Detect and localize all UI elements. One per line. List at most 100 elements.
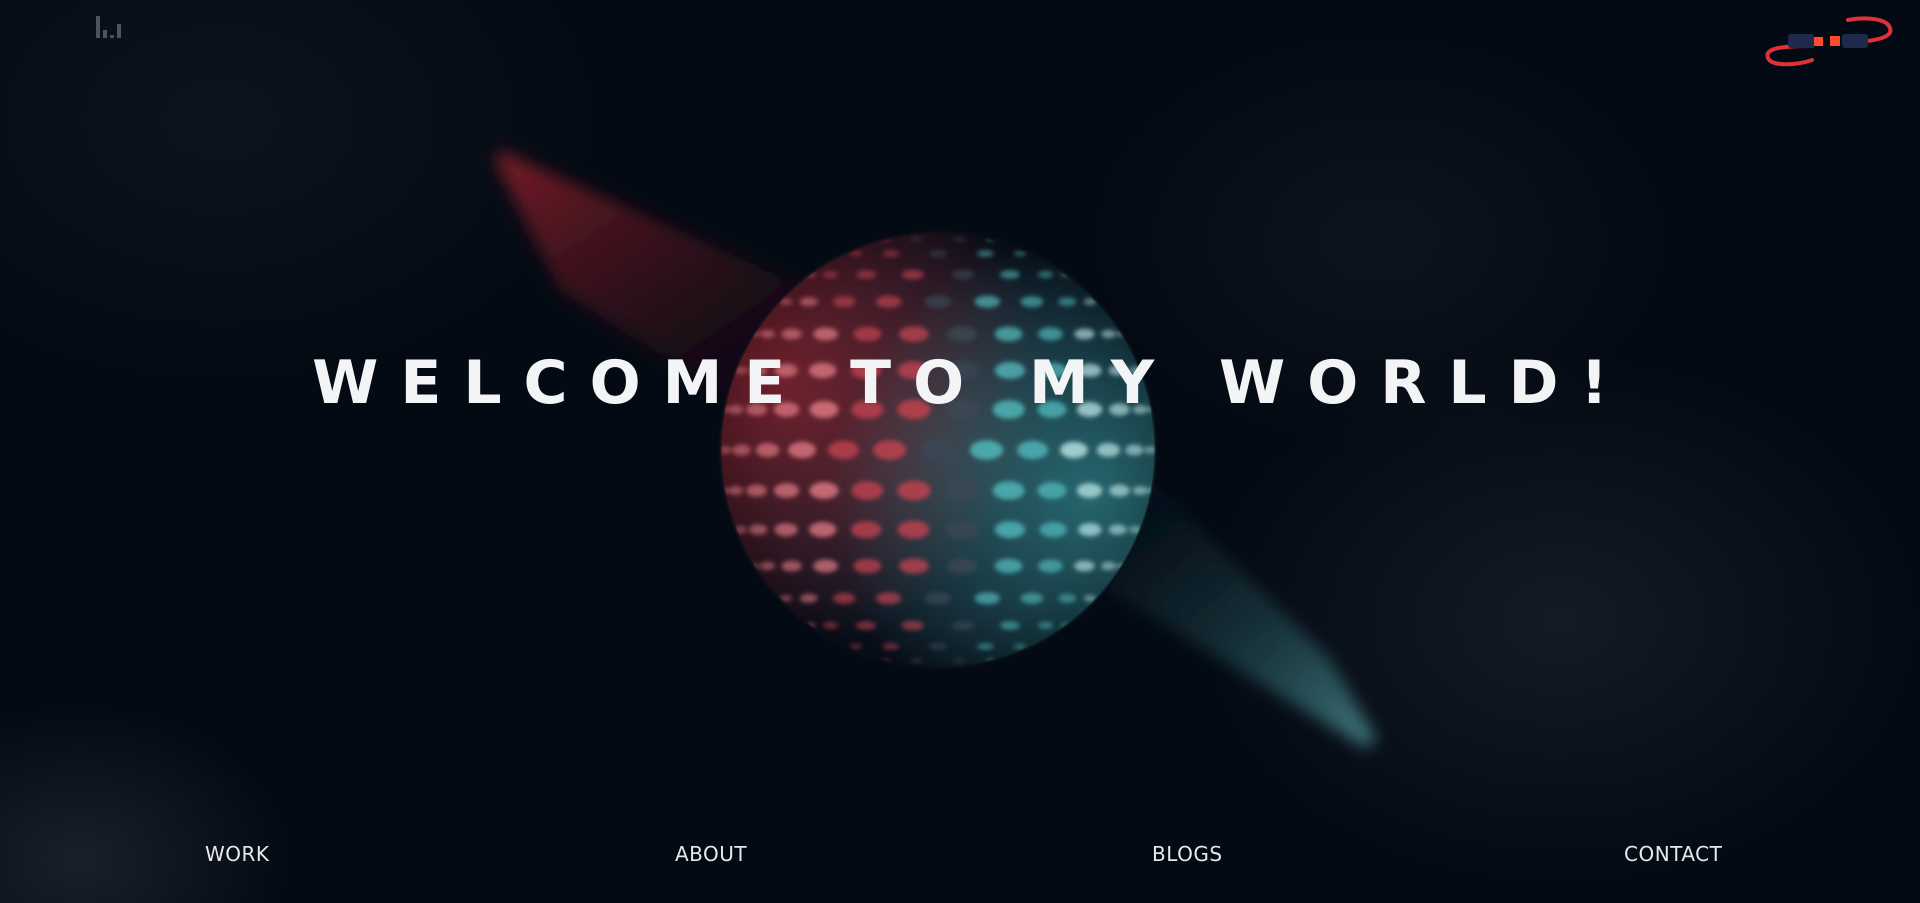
sphere-dimple	[910, 658, 923, 664]
sphere-dimple	[1109, 484, 1130, 497]
bottom-navigation: WORK ABOUT BLOGS CONTACT	[0, 842, 1920, 870]
sphere-dimple	[992, 481, 1025, 500]
sphere-dimple	[910, 236, 923, 242]
sphere-dimple	[1058, 297, 1077, 307]
sphere-dimple	[853, 558, 882, 574]
sphere-dimple	[1038, 327, 1063, 341]
sphere-dimple	[781, 560, 802, 572]
sphere-dimple	[827, 440, 860, 460]
sphere-dimple	[952, 620, 975, 631]
sphere-dimple	[994, 558, 1023, 574]
sphere-dimple	[822, 621, 839, 630]
sphere-dimple	[994, 326, 1023, 342]
plug-connector-icon[interactable]	[1762, 12, 1896, 68]
sound-bars-icon[interactable]	[94, 14, 126, 38]
hero-headline: WELCOME TO MY WORLD!	[312, 348, 1630, 418]
nav-item-contact[interactable]: CONTACT	[1624, 842, 1722, 866]
sphere-dimple	[1074, 560, 1095, 572]
sphere-dimple	[953, 236, 966, 242]
sphere-dimple	[875, 592, 902, 605]
sphere-dimple	[901, 620, 924, 631]
sphere-dimple	[899, 558, 929, 574]
sphere-dimple	[813, 327, 838, 341]
sphere-dimple	[851, 481, 884, 500]
sphere-dimple	[882, 643, 899, 650]
sphere-dimple	[728, 485, 744, 496]
sphere-dimple	[755, 443, 780, 457]
sphere-dimple	[850, 250, 863, 257]
sphere-dimple	[813, 559, 838, 573]
sphere-dimple	[799, 593, 818, 603]
sphere-dimple	[924, 592, 952, 605]
sphere-dimple	[809, 521, 837, 538]
sphere-dimple	[947, 326, 977, 342]
sphere-dimple	[822, 271, 839, 279]
sphere-dimple	[774, 523, 798, 537]
sphere-dimple	[899, 326, 929, 342]
sphere-dimple	[977, 250, 994, 257]
nav-item-blogs[interactable]: BLOGS	[1152, 842, 1223, 866]
sphere-dimple	[897, 480, 931, 501]
sphere-dimple	[1101, 561, 1116, 571]
sphere-dimple	[947, 558, 977, 574]
sphere-dimple	[856, 621, 876, 630]
sphere-dimple	[1013, 643, 1026, 650]
sphere-dimple	[974, 295, 1001, 308]
sphere-dimple	[875, 295, 902, 308]
sphere-dimple	[882, 250, 899, 257]
sphere-dimple	[832, 296, 856, 308]
sphere-dimple	[746, 484, 767, 497]
sphere-dimple	[901, 269, 924, 280]
sphere-dimple	[928, 250, 948, 258]
hero-section: WELCOME TO MY WORLD! WORK ABOUT BLOGS CO…	[0, 0, 1920, 903]
sphere-dimple	[1000, 270, 1020, 279]
background-artwork	[496, 150, 1376, 748]
sphere-dimple	[850, 521, 882, 539]
sphere-dimple	[921, 440, 955, 460]
sphere-dimple	[1101, 329, 1116, 339]
sphere-dimple	[832, 592, 856, 604]
sphere-dimple	[1020, 296, 1044, 308]
sphere-dimple	[945, 480, 979, 501]
sphere-dimple	[1039, 521, 1068, 538]
sphere-dimple	[1078, 523, 1102, 537]
sphere-dimple	[1038, 621, 1054, 630]
sphere-dimple	[1038, 559, 1063, 573]
sphere-dimple	[952, 269, 975, 280]
sphere-dimple	[1000, 621, 1020, 630]
sphere-dimple	[850, 643, 863, 650]
sphere-dimple	[749, 524, 768, 535]
sphere-dimple	[928, 642, 948, 650]
sphere-dimple	[760, 329, 775, 339]
sphere-dimple	[760, 561, 775, 571]
sphere-dimple	[788, 441, 816, 459]
sphere-dimple	[953, 658, 966, 664]
sphere-dimple	[924, 295, 952, 309]
sphere-dimple	[1058, 593, 1077, 603]
sphere-dimple	[732, 444, 751, 456]
nav-item-work[interactable]: WORK	[205, 842, 270, 866]
sphere-dimple	[1020, 592, 1044, 604]
sphere-dimple	[946, 520, 979, 539]
sphere-dimple	[853, 326, 882, 342]
sphere-dimple	[969, 440, 1004, 460]
sphere-dimple	[856, 270, 876, 279]
sphere-dimple	[781, 328, 802, 340]
sphere-dimple	[1060, 441, 1088, 459]
dimpled-sphere	[718, 230, 1158, 670]
sphere-dimple	[1125, 444, 1144, 456]
nav-item-about[interactable]: ABOUT	[675, 842, 747, 866]
sphere-dimple	[872, 440, 907, 460]
sphere-dimple	[773, 483, 800, 498]
sphere-dimple	[1074, 328, 1095, 340]
sphere-dimple	[1108, 524, 1127, 535]
sphere-dimple	[1038, 271, 1054, 279]
sphere-dimple	[1096, 443, 1121, 457]
sphere-dimple	[1037, 482, 1067, 499]
sphere-dimple	[1017, 440, 1049, 460]
sphere-dimple	[809, 482, 839, 499]
sphere-dimple	[799, 297, 818, 307]
sphere-dimple	[1132, 485, 1148, 496]
sphere-dimple	[977, 643, 994, 650]
sphere-dimple	[974, 592, 1001, 605]
